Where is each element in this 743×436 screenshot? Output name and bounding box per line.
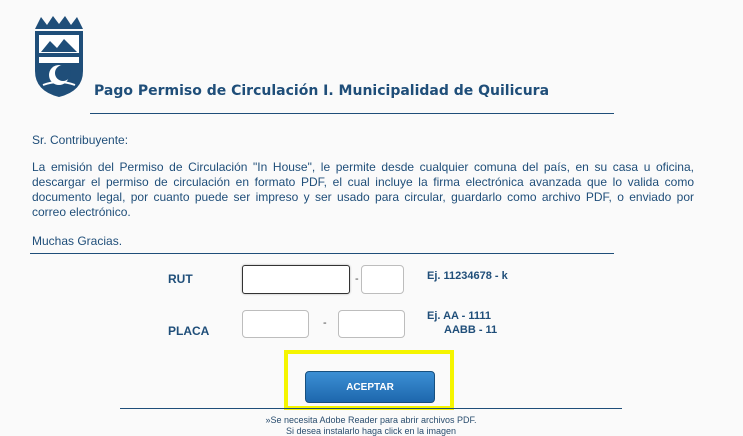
- placa-label: PLACA: [168, 324, 210, 338]
- title-divider: [90, 113, 614, 114]
- intro-paragraph: La emisión del Permiso de Circulación "I…: [32, 160, 694, 219]
- rut-input[interactable]: [242, 265, 350, 294]
- accept-button[interactable]: ACEPTAR: [305, 371, 435, 403]
- placa-example-hint-2: AABB - 11: [444, 324, 498, 336]
- footer-divider: [120, 408, 622, 409]
- placa-numbers-input[interactable]: [338, 310, 405, 338]
- adobe-reader-note: »Se necesita Adobe Reader para abrir arc…: [265, 415, 477, 425]
- municipal-crest-logo: [35, 16, 83, 97]
- placa-example-hint-1: Ej. AA - 1111: [427, 310, 492, 322]
- thanks-text: Muchas Gracias.: [32, 234, 123, 248]
- rut-example-hint: Ej. 11234678 - k: [427, 270, 508, 282]
- page-title: Pago Permiso de Circulación I. Municipal…: [94, 83, 550, 99]
- placa-separator: -: [323, 317, 327, 329]
- greeting-heading: Sr. Contribuyente:: [32, 133, 129, 147]
- rut-label: RUT: [168, 272, 193, 286]
- rut-separator: -: [355, 273, 359, 285]
- rut-check-digit-input[interactable]: [361, 265, 404, 294]
- intro-divider: [30, 253, 614, 254]
- placa-letters-input[interactable]: [242, 310, 309, 338]
